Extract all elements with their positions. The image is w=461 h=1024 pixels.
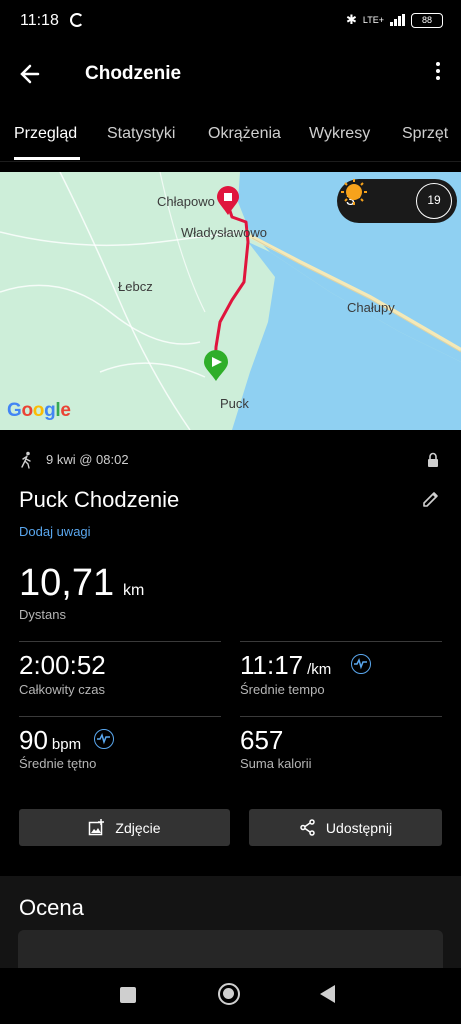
- rating-title: Ocena: [19, 895, 84, 920]
- sync-icon: [70, 13, 84, 27]
- avg-pace-label: Średnie tempo: [240, 682, 325, 697]
- edit-pencil-icon[interactable]: [421, 489, 441, 509]
- add-notes-link[interactable]: Dodaj uwagi: [19, 524, 91, 539]
- home-icon[interactable]: [218, 983, 240, 1005]
- start-marker-icon: [204, 350, 228, 381]
- lock-icon[interactable]: [426, 452, 440, 468]
- battery-icon: 88: [411, 12, 443, 28]
- add-photo-button[interactable]: Zdjęcie: [19, 809, 230, 846]
- active-tab-indicator: [14, 157, 80, 160]
- system-nav-bar: [0, 968, 461, 1024]
- tab-okrazenia[interactable]: Okrążenia: [208, 125, 281, 143]
- recent-apps-icon[interactable]: [120, 987, 136, 1003]
- avg-pace-value: 11:17/km: [240, 650, 332, 680]
- distance-value: 10,71: [19, 562, 115, 604]
- network-type: LTE+: [362, 14, 384, 25]
- tab-statystyki[interactable]: Statystyki: [107, 125, 175, 143]
- total-time-label: Całkowity czas: [19, 682, 105, 697]
- divider: [19, 716, 221, 717]
- avg-hr-value: 90 bpm: [19, 725, 82, 755]
- tab-przeglad[interactable]: Przegląd: [14, 125, 77, 143]
- system-back-icon[interactable]: [320, 985, 335, 1003]
- page-title: Chodzenie: [85, 63, 182, 84]
- rating-section: Ocena: [0, 876, 461, 990]
- distance-label: Dystans: [19, 607, 66, 622]
- divider: [240, 641, 442, 642]
- app-bar: Chodzenie: [0, 44, 461, 104]
- walking-icon: [21, 451, 31, 469]
- heart-rate-chart-icon[interactable]: [94, 729, 114, 749]
- activity-date: 9 kwi @ 08:02: [46, 452, 129, 467]
- status-time: 11:18: [20, 12, 59, 29]
- share-icon: [300, 819, 315, 836]
- activity-meta: 9 kwi @ 08:02: [18, 451, 443, 471]
- wind-indicator: 19: [416, 183, 452, 219]
- map-label-chlapowo: Chłapowo: [157, 194, 215, 209]
- weather-widget[interactable]: 3° 19: [337, 179, 457, 223]
- status-icons: ✱ LTE+ 88: [346, 12, 443, 28]
- route-map[interactable]: Chłapowo Władysławowo Łebcz Chałupy Puck…: [0, 172, 461, 430]
- total-time-value: 2:00:52: [19, 650, 106, 680]
- signal-icon: [390, 14, 405, 26]
- divider: [240, 716, 442, 717]
- status-bar: 11:18 ✱ LTE+ 88: [0, 0, 461, 44]
- sun-icon: [341, 179, 367, 205]
- tab-bar: Przegląd Statystyki Okrążenia Wykresy Sp…: [0, 110, 461, 162]
- avg-pace-unit: /km: [307, 661, 332, 678]
- calories-value: 657: [240, 725, 284, 755]
- distance-unit: km: [123, 582, 145, 599]
- calories-label: Suma kalorii: [240, 756, 312, 771]
- back-arrow-icon[interactable]: [18, 60, 48, 88]
- map-label-wladyslawowo: Władysławowo: [181, 225, 267, 240]
- bluetooth-icon: ✱: [346, 12, 357, 27]
- activity-title: Puck Chodzenie: [19, 487, 180, 512]
- avg-hr-label: Średnie tętno: [19, 756, 97, 771]
- share-button[interactable]: Udostępnij: [249, 809, 442, 846]
- divider: [19, 641, 221, 642]
- map-label-puck: Puck: [220, 396, 249, 411]
- avg-hr-unit: bpm: [51, 736, 82, 753]
- finish-marker-icon: [217, 186, 239, 215]
- add-photo-icon: [89, 819, 105, 836]
- share-label: Udostępnij: [325, 819, 393, 836]
- map-label-chalupy: Chałupy: [347, 300, 395, 315]
- more-options-icon[interactable]: [433, 60, 443, 88]
- map-label-lebcz: Łebcz: [118, 279, 153, 294]
- add-photo-label: Zdjęcie: [115, 819, 161, 836]
- tab-sprzet[interactable]: Sprzęt: [402, 125, 448, 143]
- tab-wykresy[interactable]: Wykresy: [309, 125, 370, 143]
- pace-chart-icon[interactable]: [351, 654, 371, 674]
- google-logo: Google: [7, 400, 71, 421]
